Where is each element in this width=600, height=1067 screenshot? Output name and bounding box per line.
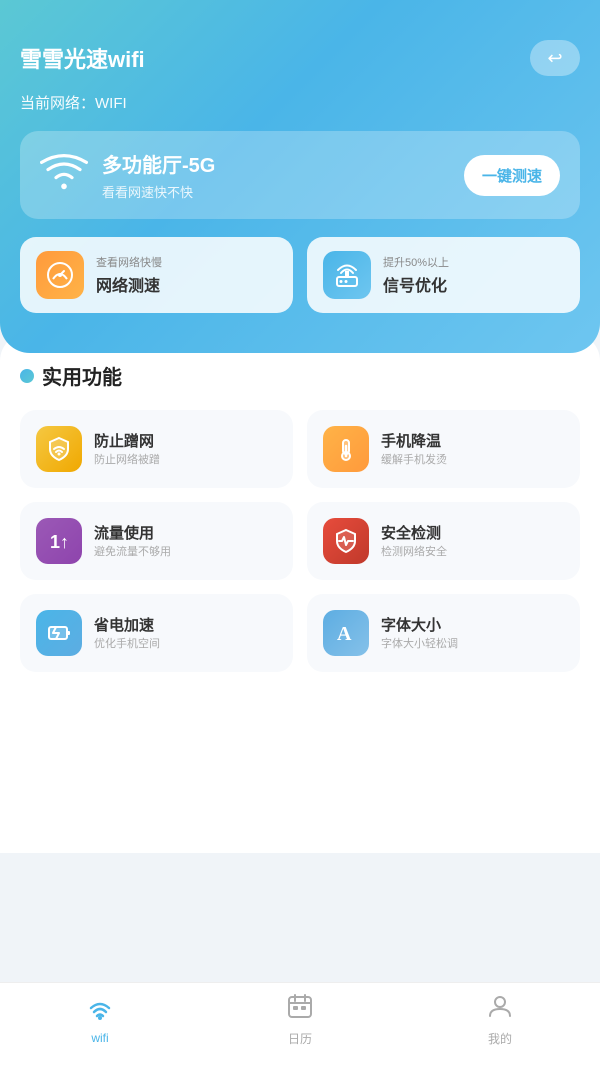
- phone-cooling-text: 手机降温 缓解手机发烫: [381, 430, 447, 469]
- wifi-ssid: 多功能厅-5G: [102, 149, 215, 178]
- speed-test-button[interactable]: 一键测速: [464, 155, 560, 196]
- data-usage-icon: 1↑: [36, 518, 82, 564]
- security-pulse-icon: [323, 518, 369, 564]
- prevent-freeload-text: 防止蹭网 防止网络被蹭: [94, 430, 160, 469]
- app-header: 雪雪光速wifi ↩: [20, 0, 580, 92]
- speedometer-icon: [36, 251, 84, 299]
- calendar-nav-label: 日历: [288, 1030, 312, 1047]
- svg-text:1↑: 1↑: [50, 532, 69, 552]
- app-title: 雪雪光速wifi: [20, 42, 145, 74]
- profile-nav-icon: [487, 993, 513, 1026]
- practical-section: 实用功能 防止蹭网 防止网络被蹭: [0, 333, 600, 853]
- signal-optimize-text: 提升50%以上 信号优化: [383, 254, 449, 296]
- back-icon: ↩: [547, 48, 562, 69]
- function-grid: 防止蹭网 防止网络被蹭 手机降温 缓解手机发烫 1↑: [20, 410, 580, 672]
- font-a-icon: A: [323, 610, 369, 656]
- router-icon: [323, 251, 371, 299]
- nav-item-profile[interactable]: 我的: [400, 993, 600, 1047]
- wifi-info-card: 多功能厅-5G 看看网速快不快 一键测速: [20, 131, 580, 219]
- nav-item-calendar[interactable]: 日历: [200, 993, 400, 1047]
- thermometer-icon: [323, 426, 369, 472]
- signal-optimize-card[interactable]: 提升50%以上 信号优化: [307, 237, 580, 313]
- func-item-phone-cooling[interactable]: 手机降温 缓解手机发烫: [307, 410, 580, 488]
- power-save-text: 省电加速 优化手机空间: [94, 614, 160, 653]
- network-speed-card[interactable]: 查看网络快慢 网络测速: [20, 237, 293, 313]
- func-item-power-save[interactable]: 省电加速 优化手机空间: [20, 594, 293, 672]
- wifi-subtitle: 看看网速快不快: [102, 182, 215, 201]
- svg-text:A: A: [337, 623, 352, 645]
- network-speed-text: 查看网络快慢 网络测速: [96, 254, 162, 296]
- section-title: 实用功能: [20, 361, 580, 390]
- section-dot: [20, 369, 34, 383]
- profile-nav-label: 我的: [488, 1030, 512, 1047]
- wifi-nav-label: wifi: [91, 1031, 108, 1045]
- font-size-text: 字体大小 字体大小轻松调: [381, 614, 458, 653]
- security-check-text: 安全检测 检测网络安全: [381, 522, 447, 561]
- shield-wifi-icon: [36, 426, 82, 472]
- feature-cards-row: 查看网络快慢 网络测速 提升50%以上 信号优化: [20, 237, 580, 313]
- battery-bolt-icon: [36, 610, 82, 656]
- calendar-nav-icon: [287, 993, 313, 1026]
- current-network-label: 当前网络：WIFI: [20, 92, 580, 113]
- wifi-signal-icon: [40, 152, 88, 199]
- wifi-name-group: 多功能厅-5G 看看网速快不快: [102, 149, 215, 201]
- func-item-data-usage[interactable]: 1↑ 流量使用 避免流量不够用: [20, 502, 293, 580]
- func-item-font-size[interactable]: A 字体大小 字体大小轻松调: [307, 594, 580, 672]
- back-button[interactable]: ↩: [530, 40, 580, 76]
- nav-item-wifi[interactable]: wifi: [0, 996, 200, 1045]
- bottom-nav: wifi 日历 我的: [0, 982, 600, 1067]
- data-usage-text: 流量使用 避免流量不够用: [94, 522, 171, 561]
- wifi-nav-icon: [86, 996, 114, 1027]
- func-item-security-check[interactable]: 安全检测 检测网络安全: [307, 502, 580, 580]
- func-item-prevent-freeload[interactable]: 防止蹭网 防止网络被蹭: [20, 410, 293, 488]
- wifi-details: 多功能厅-5G 看看网速快不快: [40, 149, 215, 201]
